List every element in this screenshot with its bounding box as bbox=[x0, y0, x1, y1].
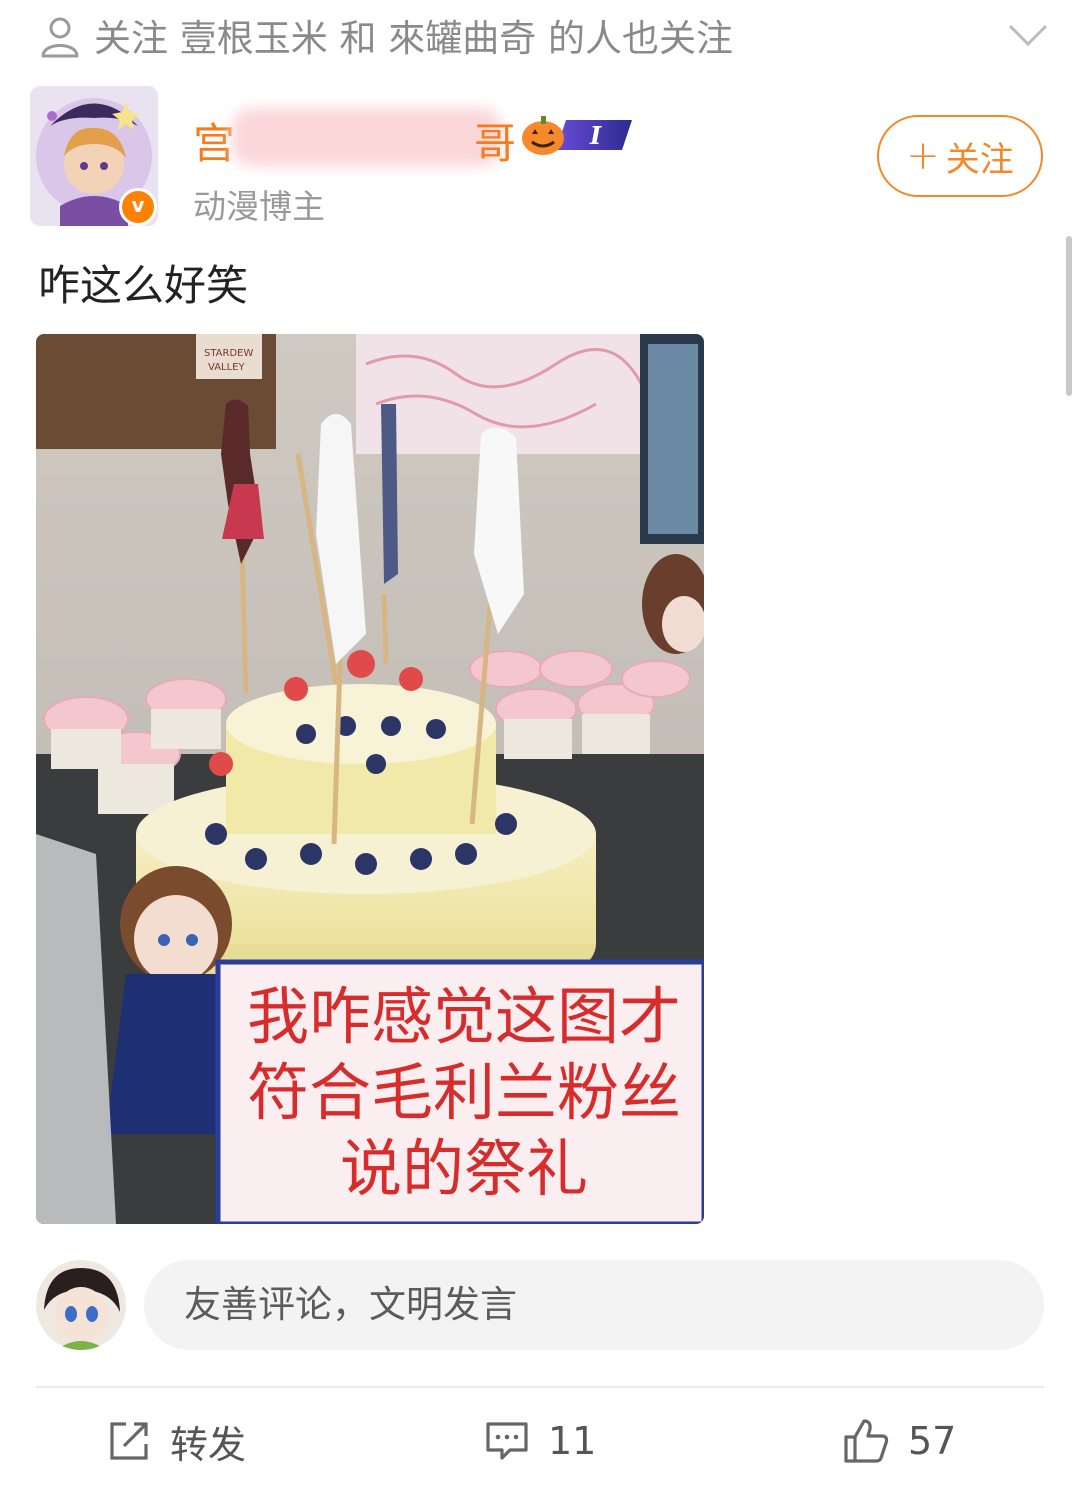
caption-line-2: 符合毛利兰粉丝 bbox=[247, 1056, 681, 1129]
my-avatar[interactable] bbox=[36, 1260, 126, 1350]
stardew-sign-text: STARDEW bbox=[204, 348, 253, 359]
repost-icon bbox=[110, 1422, 148, 1460]
comment-icon bbox=[486, 1422, 528, 1460]
divider bbox=[36, 1386, 1044, 1388]
recommend-users: 壹根玉米 和 來罐曲奇 的人也关注 bbox=[179, 17, 734, 60]
caption-line-1: 我咋感觉这图才 bbox=[247, 980, 681, 1053]
author-title: 动漫博主 bbox=[193, 187, 325, 226]
post-text: 咋这么好笑 bbox=[38, 261, 249, 310]
recommend-bar[interactable]: 关注 壹根玉米 和 來罐曲奇 的人也关注 bbox=[0, 0, 1080, 72]
comment-count: 11 bbox=[548, 1419, 597, 1463]
chevron-down-icon[interactable] bbox=[1004, 14, 1052, 54]
svg-text:VALLEY: VALLEY bbox=[208, 362, 246, 373]
plus-icon: + bbox=[906, 133, 940, 179]
scrollbar[interactable] bbox=[1066, 236, 1072, 396]
repost-button[interactable]: 转发 bbox=[106, 1408, 246, 1474]
like-count: 57 bbox=[908, 1419, 957, 1463]
thumbs-up-icon bbox=[844, 1419, 889, 1463]
verified-badge: v bbox=[119, 188, 157, 226]
comment-button[interactable]: 11 bbox=[484, 1408, 596, 1474]
recommend-text: 关注 壹根玉米 和 來罐曲奇 的人也关注 bbox=[94, 8, 733, 62]
user-icon bbox=[41, 17, 79, 58]
pumpkin-icon bbox=[522, 116, 564, 155]
follow-button[interactable]: + 关注 bbox=[877, 115, 1043, 197]
svg-text:I: I bbox=[589, 121, 602, 150]
verified-mark: v bbox=[131, 193, 145, 217]
name-redaction bbox=[232, 108, 502, 166]
comment-input[interactable]: 友善评论，文明发言 bbox=[144, 1260, 1044, 1350]
caption-line-3: 说的祭礼 bbox=[340, 1132, 588, 1205]
post-image[interactable]: STARDEW VALLEY 我咋感觉这图才 符合毛利兰粉丝 说的祭礼 bbox=[36, 334, 704, 1224]
author-name-end: 哥 bbox=[474, 119, 517, 168]
follow-label: 关注 bbox=[945, 139, 1014, 180]
author-name[interactable]: 宫 bbox=[193, 110, 235, 171]
repost-label: 转发 bbox=[170, 1422, 247, 1467]
like-button[interactable]: 57 bbox=[842, 1408, 956, 1474]
recommend-prefix: 关注 bbox=[94, 17, 168, 60]
cake-photo: STARDEW VALLEY 我咋感觉这图才 符合毛利兰粉丝 说的祭礼 bbox=[36, 334, 704, 1224]
